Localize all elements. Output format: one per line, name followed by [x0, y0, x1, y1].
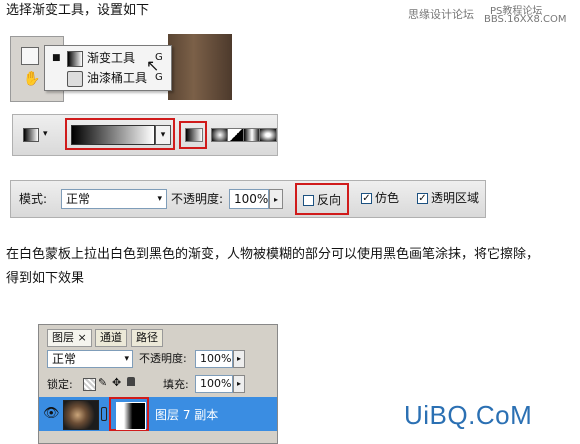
linear-gradient-icon[interactable]: [185, 128, 203, 142]
site-logo: UiBQ.CoM: [404, 400, 533, 430]
tab-channels[interactable]: 通道: [95, 329, 127, 347]
linear-gradient-highlight: [179, 121, 207, 149]
layer-opacity-input[interactable]: 100%: [195, 350, 233, 368]
gradient-tool-button-icon[interactable]: [21, 47, 39, 65]
reverse-label: 反向: [317, 193, 342, 207]
paint-bucket-icon: [67, 71, 83, 87]
transparency-checkbox[interactable]: ✓: [417, 193, 428, 204]
menu-item-label: 油漆桶工具: [87, 71, 148, 85]
layer-name: 图层 7 副本: [155, 408, 219, 422]
fill-arrow-icon[interactable]: ▸: [233, 375, 245, 393]
layer-thumbnail[interactable]: [63, 400, 99, 430]
blend-mode-value: 正常: [52, 352, 77, 366]
mouse-cursor-icon: ↖: [146, 56, 160, 75]
chevron-down-icon: ▾: [124, 354, 129, 364]
mode-label: 模式:: [19, 192, 48, 206]
intro-text: 选择渐变工具，设置如下: [6, 3, 150, 18]
reverse-checkbox[interactable]: [303, 195, 314, 206]
opacity-label: 不透明度:: [171, 192, 224, 206]
chevron-down-icon[interactable]: ▾: [43, 129, 48, 139]
tab-layers[interactable]: 图层 ×: [47, 329, 92, 347]
photo-background: [168, 34, 232, 100]
tab-label: 图层: [52, 331, 74, 344]
opacity-slider-arrow-icon[interactable]: ▸: [269, 189, 283, 209]
description-line-2: 得到如下效果: [6, 271, 85, 286]
eye-visibility-icon[interactable]: 👁: [43, 406, 60, 421]
mode-options-bar: 模式: 正常 ▾ 不透明度: 100% ▸ 反向 ✓ 仿色 ✓ 透明区域: [10, 180, 486, 218]
mode-select[interactable]: 正常 ▾: [61, 189, 167, 209]
dither-label: 仿色: [375, 191, 400, 205]
chevron-down-icon: ▾: [157, 194, 162, 204]
layer-opacity-label: 不透明度:: [139, 352, 187, 365]
menu-item-label: 渐变工具: [87, 51, 136, 65]
layers-panel: 图层 × 通道 路径 正常 ▾ 不透明度: 100% ▸ 锁定: ✎ ✥ 填充:…: [38, 324, 278, 444]
lock-transparency-icon[interactable]: [83, 378, 96, 391]
smudge-tool-icon[interactable]: ✋: [23, 71, 40, 87]
watermark-url: BBS.16XX8.COM: [484, 14, 567, 25]
gradient-tool-icon: [67, 51, 83, 67]
layer-row[interactable]: 👁 图层 7 副本: [39, 397, 277, 431]
chain-link-icon[interactable]: [101, 407, 107, 421]
description-line-1: 在白色蒙板上拉出白色到黑色的渐变，人物被模糊的部分可以使用黑色画笔涂抹，将它擦除…: [6, 247, 540, 262]
layer-opacity-arrow-icon[interactable]: ▸: [233, 350, 245, 368]
gradient-preview-icon[interactable]: [23, 128, 39, 142]
layer-mask-highlight: [109, 397, 149, 431]
lock-paint-icon[interactable]: ✎: [98, 376, 107, 389]
lock-label: 锁定:: [47, 378, 73, 391]
gradient-dropdown-chevron-icon[interactable]: ▾: [155, 125, 171, 145]
watermark-site: 思缘设计论坛: [408, 8, 474, 21]
opacity-input[interactable]: 100%: [229, 189, 269, 209]
selected-bullet-icon: ■: [52, 53, 61, 63]
gradient-editor-swatch[interactable]: [71, 125, 155, 145]
tab-paths[interactable]: 路径: [131, 329, 163, 347]
blend-mode-select[interactable]: 正常 ▾: [47, 350, 133, 368]
transparency-label: 透明区域: [431, 191, 480, 205]
fill-label: 填充:: [163, 378, 189, 391]
mode-value: 正常: [66, 192, 91, 206]
layer-mask-thumbnail[interactable]: [116, 402, 146, 430]
lock-all-icon[interactable]: [127, 377, 135, 386]
lock-move-icon[interactable]: ✥: [112, 376, 121, 389]
diamond-gradient-icon[interactable]: [259, 128, 277, 142]
gradient-options-bar: ▾ ▾: [12, 114, 278, 156]
reverse-highlight: 反向: [295, 183, 349, 215]
close-icon[interactable]: ×: [78, 331, 87, 344]
fill-input[interactable]: 100%: [195, 375, 233, 393]
gradient-picker-highlight: ▾: [65, 118, 175, 150]
dither-checkbox[interactable]: ✓: [361, 193, 372, 204]
